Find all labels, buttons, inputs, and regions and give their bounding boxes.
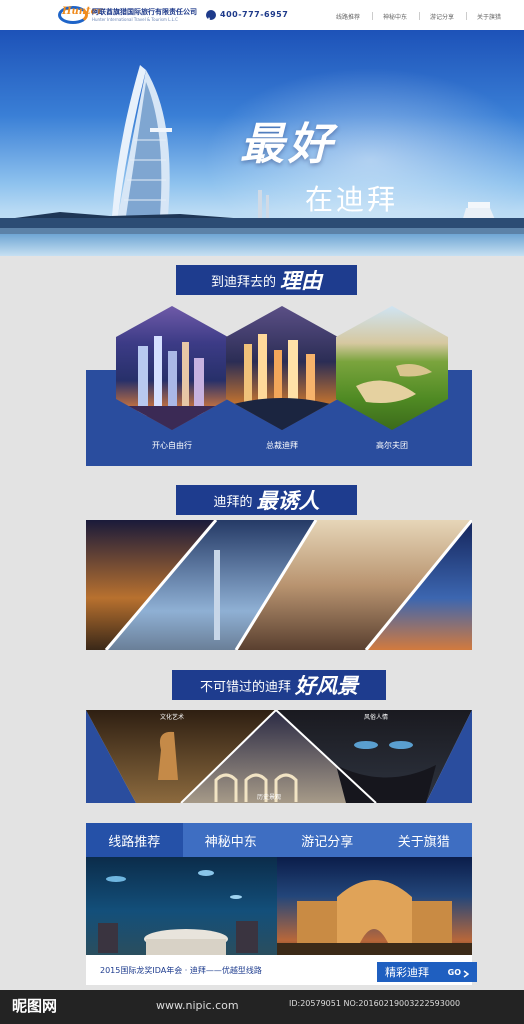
hero-title: 最好 [240,119,336,170]
photo-atlantis-hotel[interactable] [277,857,472,955]
tab-middle-east[interactable]: 神秘中东 [183,823,280,857]
tab-about[interactable]: 关于旗猎 [376,823,473,857]
nav-item-middle-east[interactable]: 神秘中东 [383,12,407,21]
phone-icon [206,10,216,24]
nav-item-routes[interactable]: 线路推荐 [336,12,360,21]
reason-caption: 总裁迪拜 [266,441,298,450]
tower-shape [214,550,220,640]
scenery-label-history: 历史景观 [257,794,282,801]
watermark-id: ID:20579051 NO:20160219003222593000 [289,999,461,1008]
nav-item-travelogue[interactable]: 游记分享 [430,12,454,21]
phone-number: 400-777-6957 [220,10,289,19]
banner-emphasis: 最诱人 [256,488,320,513]
reason-caption: 开心自由行 [152,441,192,450]
scenery-label-culture: 文化艺术 [160,714,185,721]
attractions-collage[interactable] [86,520,472,650]
news-headline[interactable]: 2015国际龙奖IDA年会 · 迪拜——优越型线路 [100,965,262,976]
hero-subtitle: 在迪拜 [305,183,399,216]
company-name-cn: 阿联酋旗猎国际旅行有限责任公司 [92,8,197,16]
nav-divider [372,12,373,20]
scenery-collage[interactable]: 文化艺术 风俗人情 历史景观 [86,710,472,803]
chevron-right-icon [463,963,470,982]
company-name-en: Hunter International Travel & Tourism L.… [92,17,178,22]
sea [0,234,524,256]
watermark-logo: 昵图网 [12,997,58,1015]
go-group: GO [447,963,470,982]
hero-banner: 最好 在迪拜 [0,30,524,256]
explore-dubai-button[interactable]: 精彩迪拜 GO [377,962,477,982]
nav-divider [419,12,420,20]
section-banner-attractive: 迪拜的 最诱人 [176,485,357,515]
tab-bar: 线路推荐 神秘中东 游记分享 关于旗猎 [86,823,472,857]
banner-emphasis: 理由 [280,268,322,293]
photo-underwater-restaurant[interactable] [86,857,277,955]
reason-caption: 高尔夫团 [376,441,408,450]
go-label: GO [447,967,461,977]
banner-text: 不可错过的迪拜 [199,679,291,695]
banner-text: 到迪拜去的 [210,274,276,290]
scenery-label-customs: 风俗人情 [364,714,389,721]
button-label: 精彩迪拜 [385,966,429,979]
watermark-url: www.nipic.com [156,999,239,1012]
section-banner-reasons: 到迪拜去的 理由 [176,265,357,295]
banner-emphasis: 好风景 [295,673,358,698]
nav-divider [466,12,467,20]
banner-text: 迪拜的 [213,494,253,510]
tab-routes[interactable]: 线路推荐 [86,823,183,857]
tab-travelogue[interactable]: 游记分享 [279,823,376,857]
section-banner-scenery: 不可错过的迪拜 好风景 [172,670,386,700]
nav-item-about[interactable]: 关于旗猎 [477,12,501,21]
